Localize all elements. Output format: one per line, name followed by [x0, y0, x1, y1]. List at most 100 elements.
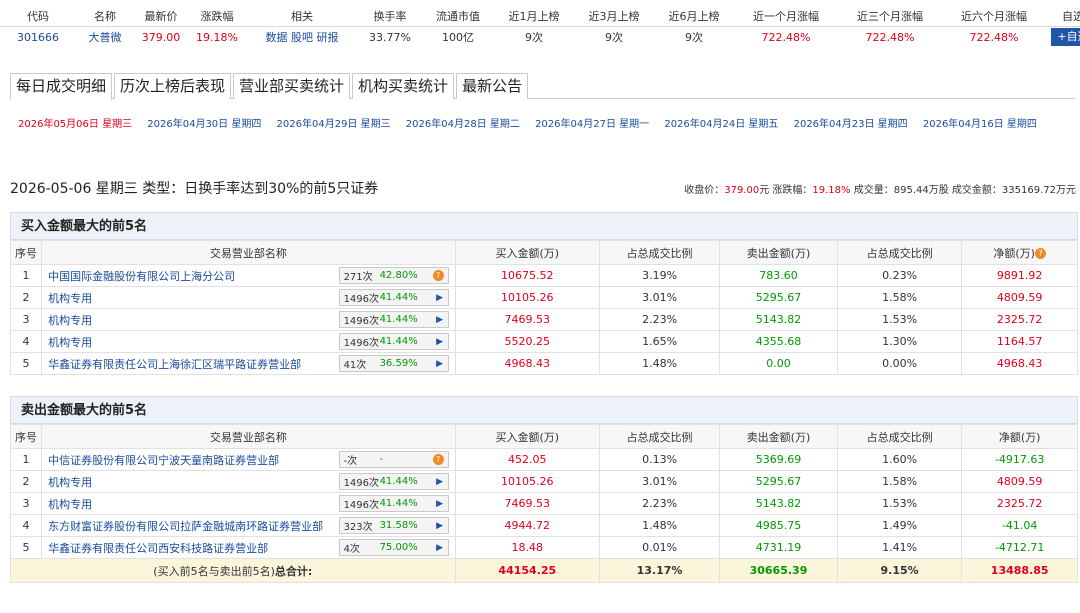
- listed-3m: 9次: [605, 31, 623, 45]
- col-header: 近6月上榜: [654, 6, 734, 27]
- broker-stats-box[interactable]: 1496次 41.44% ▶: [338, 495, 449, 512]
- total-net: 13488.85: [961, 558, 1078, 583]
- table-row: 5 华鑫证券有限责任公司上海徐汇区瑞平路证券营业部 41次 36.59% ▶ 4968.4…: [9, 352, 1078, 375]
- listing-count: -次: [343, 456, 358, 467]
- related-report-link[interactable]: 研报: [317, 31, 339, 44]
- triangle-right-icon[interactable]: ▶: [432, 521, 448, 531]
- win-rate: 31.58%: [379, 520, 418, 531]
- listing-count: 1496次: [343, 338, 380, 349]
- tab-bar: 每日成交明细 历次上榜后表现 营业部买卖统计 机构买卖统计 最新公告: [10, 73, 1075, 100]
- broker-name-link[interactable]: 华鑫证券有限责任公司西安科技路证券营业部: [48, 540, 268, 556]
- buy-table: 序号 交易营业部名称 买入金额(万) 占总成交比例 卖出金额(万) 占总成交比例…: [9, 240, 1078, 375]
- tab-history-performance[interactable]: 历次上榜后表现: [114, 73, 232, 99]
- sell-amount: 4355.68: [719, 330, 838, 353]
- win-rate: 41.44%: [379, 292, 418, 303]
- triangle-right-icon[interactable]: ▶: [432, 315, 448, 325]
- broker-stats-box[interactable]: 323次 31.58% ▶: [338, 517, 449, 534]
- info-icon[interactable]: ?: [432, 454, 444, 465]
- triangle-right-icon[interactable]: ▶: [432, 359, 448, 369]
- question-icon[interactable]: ?: [1034, 247, 1046, 259]
- triangle-right-icon[interactable]: ▶: [432, 543, 448, 553]
- table-row: 4 机构专用 1496次 41.44% ▶ 5520.25 1.65% 4355.68 1.30…: [9, 330, 1078, 353]
- broker-name-link[interactable]: 机构专用: [48, 290, 92, 306]
- broker-stats-box[interactable]: 1496次 41.44% ▶: [338, 311, 449, 328]
- win-rate: 41.44%: [379, 314, 418, 325]
- date-link[interactable]: 2026年04月30日 星期四: [147, 119, 261, 130]
- broker-stats-box[interactable]: 1496次 41.44% ▶: [338, 289, 449, 306]
- row-number: 5: [9, 536, 43, 559]
- date-link[interactable]: 2026年04月29日 星期三: [277, 119, 391, 130]
- date-link[interactable]: 2026年04月16日 星期四: [923, 119, 1037, 130]
- buy-ratio: 1.65%: [599, 330, 721, 353]
- col-header: 名称: [76, 6, 134, 27]
- col-header: 代码: [0, 6, 76, 27]
- listing-count: 323次: [343, 522, 373, 533]
- net-header-label: 净额(万): [993, 246, 1035, 260]
- col-header: 占总成交比例: [599, 424, 721, 449]
- buy-amount: 10105.26: [454, 470, 601, 493]
- broker-stats-box[interactable]: 1496次 41.44% ▶: [338, 333, 449, 350]
- broker-name-link[interactable]: 机构专用: [48, 496, 92, 512]
- row-number: 2: [9, 470, 43, 493]
- related-guba-link[interactable]: 股吧: [291, 31, 313, 44]
- col-header: 买入金额(万): [454, 424, 601, 449]
- col-header: 近一个月涨幅: [734, 6, 838, 27]
- buy-amount: 7469.53: [454, 308, 601, 331]
- sell-header-row: 序号 交易营业部名称 买入金额(万) 占总成交比例 卖出金额(万) 占总成交比例…: [9, 424, 1078, 449]
- broker-cell: 机构专用 1496次 41.44% ▶: [41, 470, 456, 493]
- triangle-right-icon[interactable]: ▶: [432, 499, 448, 509]
- broker-stats-box[interactable]: -次 -?: [338, 451, 449, 468]
- total-sell-ratio: 9.15%: [836, 558, 963, 583]
- col-header: 占总成交比例: [599, 240, 721, 265]
- tab-institution-stats[interactable]: 机构买卖统计: [352, 73, 455, 99]
- rise-1m: 722.48%: [761, 30, 811, 44]
- broker-name-link[interactable]: 机构专用: [48, 334, 92, 350]
- win-rate: 41.44%: [379, 498, 418, 509]
- broker-name-link[interactable]: 华鑫证券有限责任公司上海徐汇区瑞平路证券营业部: [48, 356, 301, 372]
- row-number: 1: [9, 264, 43, 287]
- total-buy: 44154.25: [454, 558, 601, 583]
- buy-ratio: 0.13%: [599, 448, 721, 471]
- col-header: 序号: [9, 424, 43, 449]
- sell-amount: 0.00: [719, 352, 838, 375]
- broker-cell: 机构专用 1496次 41.44% ▶: [41, 330, 456, 353]
- win-rate: 41.44%: [379, 336, 418, 347]
- triangle-right-icon[interactable]: ▶: [432, 337, 448, 347]
- date-link[interactable]: 2026年04月28日 星期二: [406, 119, 520, 130]
- sell-amount: 5143.82: [719, 308, 838, 331]
- tab-daily-detail[interactable]: 每日成交明细: [10, 73, 113, 100]
- buy-amount: 4944.72: [454, 514, 601, 537]
- broker-stats-box[interactable]: 1496次 41.44% ▶: [338, 473, 449, 490]
- broker-name-link[interactable]: 机构专用: [48, 474, 92, 490]
- tab-branch-stats[interactable]: 营业部买卖统计: [233, 73, 351, 99]
- broker-stats-box[interactable]: 41次 36.59% ▶: [338, 355, 449, 372]
- listing-count: 41次: [343, 360, 367, 371]
- close-unit: 元: [759, 185, 770, 196]
- date-link[interactable]: 2026年05月06日 星期三: [18, 119, 132, 130]
- col-header: 涨跌幅: [188, 6, 246, 27]
- info-icon[interactable]: ?: [432, 270, 444, 281]
- tab-latest-announcements[interactable]: 最新公告: [456, 73, 529, 99]
- broker-stats-box[interactable]: 271次 42.80%?: [338, 267, 449, 284]
- stock-name-link[interactable]: 大普微: [76, 26, 134, 48]
- triangle-right-icon[interactable]: ▶: [432, 293, 448, 303]
- related-data-link[interactable]: 数据: [266, 31, 288, 44]
- buy-amount: 5520.25: [454, 330, 601, 353]
- date-link[interactable]: 2026年04月24日 星期五: [664, 119, 778, 130]
- net-amount: -4917.63: [961, 448, 1078, 471]
- broker-name-link[interactable]: 中国国际金融股份有限公司上海分公司: [48, 268, 235, 284]
- rise-3m: 722.48%: [865, 30, 915, 44]
- date-link[interactable]: 2026年04月27日 星期一: [535, 119, 649, 130]
- broker-name-link[interactable]: 中信证券股份有限公司宁波天童南路证券营业部: [48, 452, 279, 468]
- stock-code-link[interactable]: 301666: [0, 26, 76, 48]
- sell-ratio: 0.00%: [836, 352, 963, 375]
- turnover-rate: 33.77%: [369, 30, 411, 44]
- sell-amount: 4731.19: [719, 536, 838, 559]
- buy-amount: 4968.43: [454, 352, 601, 375]
- broker-name-link[interactable]: 东方财富证券股份有限公司拉萨金融城南环路证券营业部: [48, 518, 323, 534]
- date-link[interactable]: 2026年04月23日 星期四: [794, 119, 908, 130]
- broker-name-link[interactable]: 机构专用: [48, 312, 92, 328]
- triangle-right-icon[interactable]: ▶: [432, 477, 448, 487]
- add-watchlist-button[interactable]: +自选: [1051, 28, 1080, 47]
- broker-stats-box[interactable]: 4次 75.00% ▶: [338, 539, 449, 556]
